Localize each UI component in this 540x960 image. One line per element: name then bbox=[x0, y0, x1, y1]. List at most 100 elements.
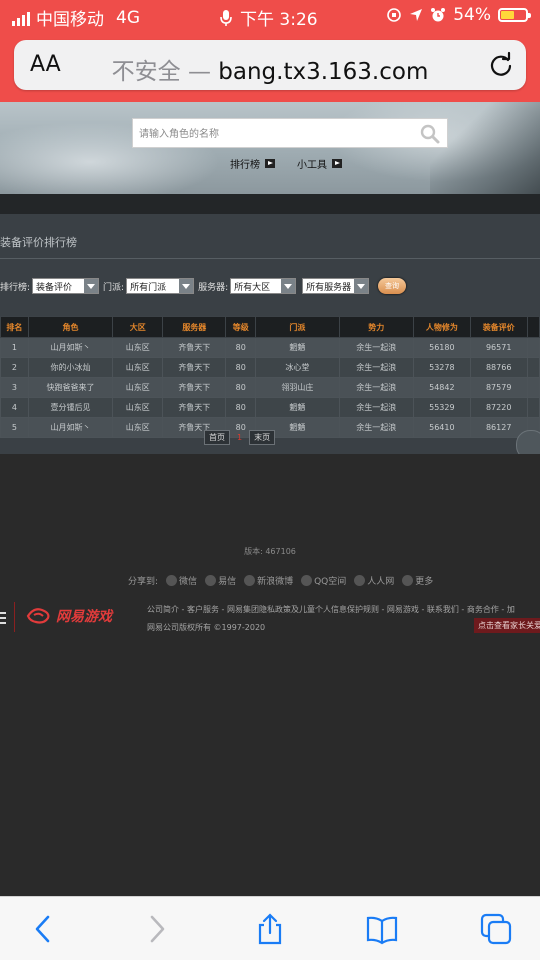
page-footer-area: 版本: 467106 分享到: 微信 易信 新浪微博 QQ空间 人人网 更多 网… bbox=[0, 454, 540, 896]
cell-region: 山东区 bbox=[112, 337, 164, 358]
col-level: 等级 bbox=[225, 316, 257, 338]
nav-ranking-label: 排行榜 bbox=[230, 160, 260, 171]
alarm-clock-icon bbox=[431, 8, 446, 22]
region-select[interactable]: 所有大区 bbox=[230, 278, 297, 294]
share-qzone[interactable]: QQ空间 bbox=[301, 574, 346, 587]
col-role: 角色 bbox=[27, 316, 114, 338]
table-header-row: 排名 角色 大区 服务器 等级 门派 势力 人物修为 装备评价 bbox=[0, 316, 540, 338]
col-server: 服务器 bbox=[162, 316, 227, 338]
cell-role[interactable]: 壹分锺后见 bbox=[27, 397, 114, 418]
server-select[interactable]: 所有服务器 bbox=[302, 278, 370, 294]
cell-server: 齐鲁天下 bbox=[162, 357, 227, 378]
back-icon[interactable] bbox=[28, 913, 60, 945]
share-yixin[interactable]: 易信 bbox=[205, 574, 236, 587]
first-page-button[interactable]: 首页 bbox=[204, 430, 230, 445]
query-button[interactable]: 查询 bbox=[378, 278, 406, 294]
share-bar: 分享到: 微信 易信 新浪微博 QQ空间 人人网 更多 bbox=[128, 574, 433, 587]
col-faction: 势力 bbox=[338, 316, 414, 338]
cell-role[interactable]: 你的小冰灿 bbox=[27, 357, 114, 378]
domain-label: bang.tx3.163.com bbox=[218, 59, 429, 85]
share-renren[interactable]: 人人网 bbox=[354, 574, 394, 587]
cell-equip-score: 87220 bbox=[469, 397, 528, 418]
hero-nav: 排行榜 小工具 bbox=[230, 156, 342, 171]
cell-region: 山东区 bbox=[112, 357, 164, 378]
share-qzone-label: QQ空间 bbox=[314, 577, 347, 587]
cell-role[interactable]: 山月如斯丶 bbox=[27, 337, 114, 358]
col-region: 大区 bbox=[112, 316, 164, 338]
share-weibo[interactable]: 新浪微博 bbox=[244, 574, 293, 587]
nav-tools-label: 小工具 bbox=[297, 160, 327, 171]
cell-region: 山东区 bbox=[112, 397, 164, 418]
cell-school: 魍魉 bbox=[255, 337, 340, 358]
logo-text: 网易游戏 bbox=[56, 609, 112, 625]
carrier-label: 中国移动 bbox=[36, 10, 104, 30]
share-yixin-label: 易信 bbox=[218, 577, 237, 587]
play-arrow-icon bbox=[265, 159, 275, 168]
clock-time: 下午 3:26 bbox=[240, 10, 318, 30]
forward-icon[interactable] bbox=[140, 913, 172, 945]
cell-level: 80 bbox=[225, 377, 257, 398]
share-more-label: 更多 bbox=[415, 577, 434, 587]
renren-icon bbox=[354, 575, 366, 586]
netease-logo-fragment bbox=[0, 612, 6, 624]
cell-equip-score: 96571 bbox=[469, 337, 528, 358]
role-search-input[interactable] bbox=[133, 119, 411, 149]
table-row: 1 山月如斯丶 山东区 齐鲁天下 80 魍魉 余生一起浪 56180 96571 bbox=[0, 337, 540, 358]
share-weibo-label: 新浪微博 bbox=[257, 577, 294, 587]
nav-tools-link[interactable]: 小工具 bbox=[297, 156, 342, 171]
tabs-icon[interactable] bbox=[480, 913, 512, 945]
parental-care-link[interactable]: 点击查看家长关爱 bbox=[474, 618, 540, 633]
panel-title: 装备评价排行榜 bbox=[0, 236, 77, 249]
share-renren-label: 人人网 bbox=[367, 577, 395, 587]
search-icon[interactable] bbox=[419, 123, 441, 145]
browser-header: AA 不安全 — bang.tx3.163.com bbox=[0, 32, 540, 102]
cell-rank: 5 bbox=[0, 417, 29, 438]
rank-type-select[interactable]: 装备评价 bbox=[32, 278, 100, 294]
cell-school: 魍魉 bbox=[255, 397, 340, 418]
last-page-button[interactable]: 末页 bbox=[249, 430, 276, 445]
col-school: 门派 bbox=[255, 316, 340, 338]
browser-toolbar bbox=[0, 896, 540, 960]
logo-separator bbox=[14, 602, 15, 632]
wechat-icon bbox=[166, 575, 178, 586]
col-extra bbox=[526, 316, 540, 338]
insecure-label: 不安全 — bbox=[111, 59, 211, 85]
cell-school: 翎羽山庄 bbox=[255, 377, 340, 398]
table-row: 3 快跑爸爸来了 山东区 齐鲁天下 80 翎羽山庄 余生一起浪 54842 87579 bbox=[0, 377, 540, 398]
url-display[interactable]: 不安全 — bang.tx3.163.com bbox=[14, 52, 526, 86]
address-bar[interactable]: AA 不安全 — bang.tx3.163.com bbox=[14, 40, 526, 90]
footer-links[interactable]: 公司简介 - 客户服务 - 网易集团隐私政策及儿童个人信息保护规则 - 网易游戏… bbox=[147, 604, 515, 615]
battery-icon bbox=[498, 8, 531, 22]
school-select[interactable]: 所有门派 bbox=[126, 278, 195, 294]
more-icon bbox=[402, 575, 414, 586]
version-label: 版本: 467106 bbox=[244, 547, 296, 556]
play-arrow-icon bbox=[332, 159, 342, 168]
cell-faction: 余生一起浪 bbox=[338, 397, 414, 418]
reload-icon[interactable] bbox=[486, 50, 516, 80]
cell-role[interactable]: 山月如斯丶 bbox=[27, 417, 114, 438]
school-value: 所有门派 bbox=[130, 282, 167, 293]
role-search-box bbox=[132, 118, 448, 149]
yixin-icon bbox=[205, 575, 217, 586]
rank-type-value: 装备评价 bbox=[36, 282, 73, 293]
bookmarks-icon[interactable] bbox=[366, 913, 398, 945]
netease-games-emblem-icon bbox=[26, 608, 50, 624]
network-label: 4G bbox=[116, 7, 140, 28]
footer: 网易游戏 公司简介 - 客户服务 - 网易集团隐私政策及儿童个人信息保护规则 -… bbox=[0, 600, 540, 646]
netease-games-logo[interactable]: 网易游戏 bbox=[26, 606, 112, 626]
ranking-panel: 装备评价排行榜 排行榜: 装备评价 门派: 所有门派 服务器: 所有大区 所有服… bbox=[0, 214, 540, 460]
current-page: 1 bbox=[237, 433, 243, 442]
cellular-signal-icon bbox=[12, 10, 30, 26]
title-divider bbox=[0, 258, 540, 259]
nav-ranking-link[interactable]: 排行榜 bbox=[230, 156, 275, 171]
copyright: 网易公司版权所有 ©1997-2020 bbox=[147, 623, 266, 632]
col-rank: 排名 bbox=[0, 316, 29, 338]
cell-faction: 余生一起浪 bbox=[338, 417, 414, 438]
share-label: 分享到: bbox=[128, 577, 159, 587]
share-icon[interactable] bbox=[254, 913, 286, 945]
cell-server: 齐鲁天下 bbox=[162, 337, 227, 358]
share-more[interactable]: 更多 bbox=[402, 574, 433, 587]
pagination: 首页 1 末页 bbox=[204, 430, 276, 445]
cell-role[interactable]: 快跑爸爸来了 bbox=[27, 377, 114, 398]
share-wechat[interactable]: 微信 bbox=[166, 574, 197, 587]
